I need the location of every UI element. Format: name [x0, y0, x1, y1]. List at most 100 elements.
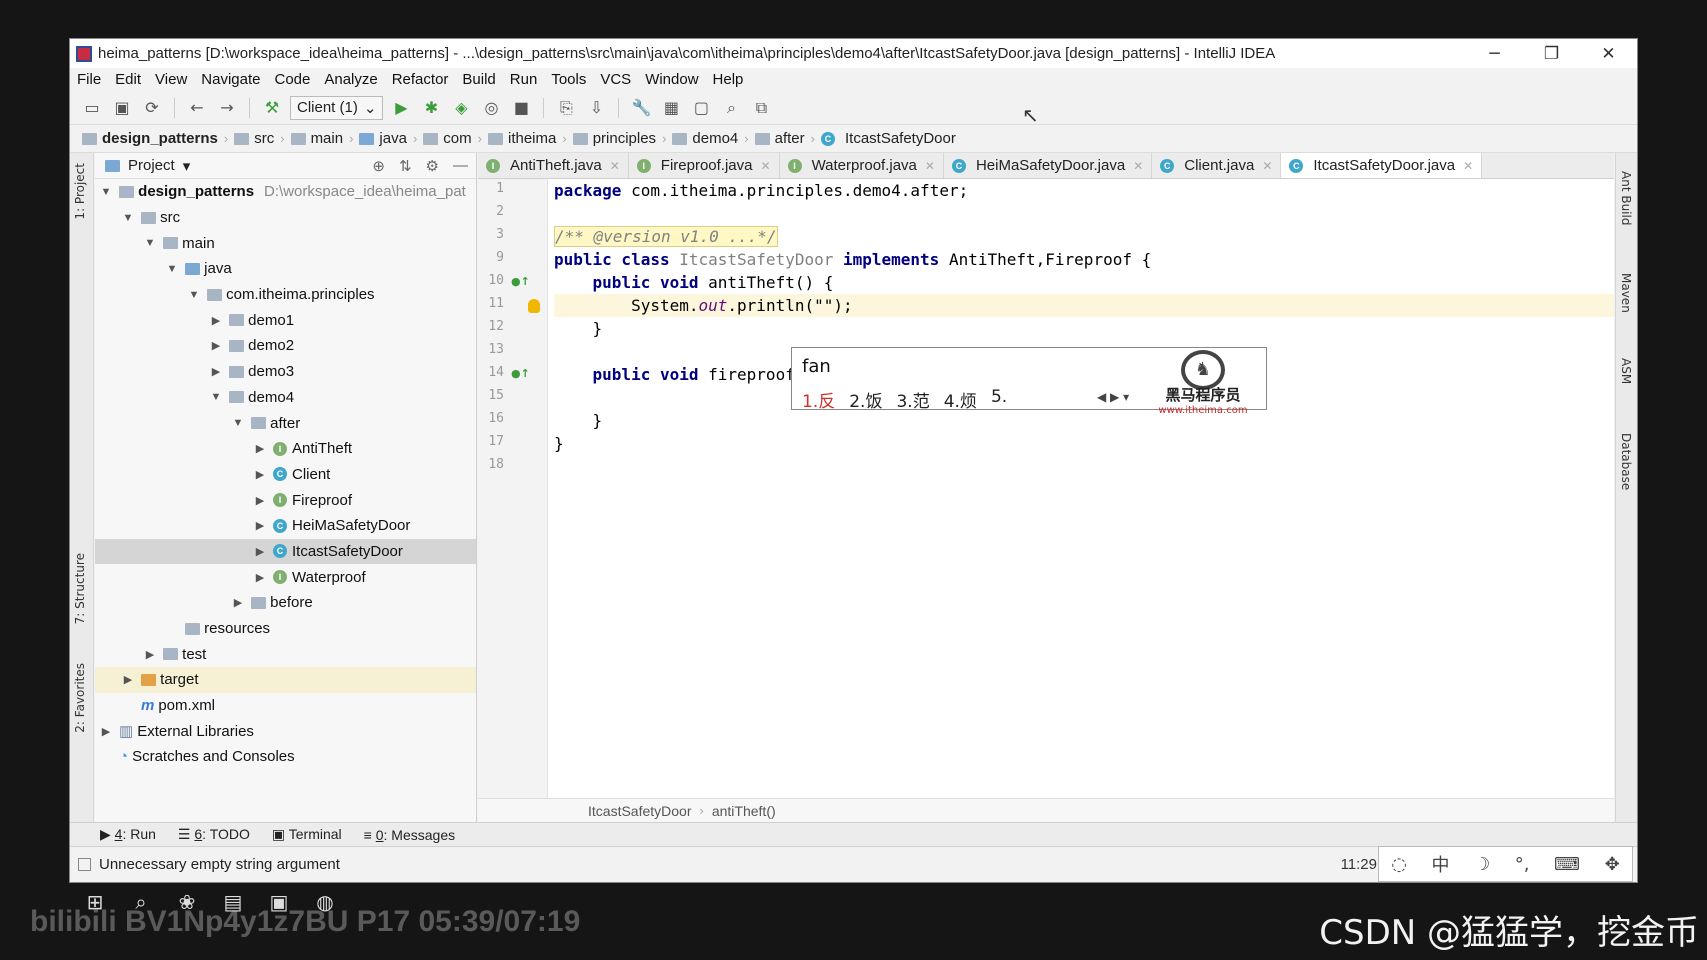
- caret-position[interactable]: 11:29: [1341, 856, 1377, 873]
- menu-file[interactable]: File: [70, 71, 108, 88]
- close-icon[interactable]: ✕: [1463, 159, 1473, 173]
- chevron-right-icon[interactable]: ▶: [253, 545, 267, 558]
- open-folder-icon[interactable]: ▭: [80, 96, 104, 120]
- close-icon[interactable]: ✕: [1262, 159, 1272, 173]
- favorites-tool-button[interactable]: 2: Favorites: [73, 663, 87, 733]
- terminal-window-icon[interactable]: ▢: [689, 96, 713, 120]
- chevron-right-icon[interactable]: ▶: [209, 365, 223, 378]
- close-button[interactable]: ✕: [1580, 39, 1637, 68]
- chevron-right-icon[interactable]: ▶: [253, 519, 267, 532]
- implements-method-icon[interactable]: ●↑: [511, 275, 530, 288]
- crumb-itheima[interactable]: itheima: [487, 130, 556, 147]
- chevron-down-icon[interactable]: ▼: [121, 212, 135, 224]
- chevron-right-icon[interactable]: ▶: [253, 494, 267, 507]
- chevron-right-icon[interactable]: ▶: [209, 339, 223, 352]
- tab-antitheft[interactable]: I AntiTheft.java ✕: [478, 153, 629, 178]
- menu-run[interactable]: Run: [503, 71, 545, 88]
- tree-item-fireproof[interactable]: ▶ I Fireproof: [95, 487, 476, 513]
- locate-icon[interactable]: ⊕: [372, 157, 385, 175]
- structure-tool-button[interactable]: 7: Structure: [73, 553, 87, 624]
- project-view-select[interactable]: Project: [128, 157, 175, 174]
- database-tool-button[interactable]: Database: [1619, 433, 1633, 490]
- close-icon[interactable]: ✕: [610, 159, 620, 173]
- menu-view[interactable]: View: [148, 71, 194, 88]
- ime-candidate[interactable]: 4.烦: [944, 387, 977, 412]
- minimize-button[interactable]: ─: [1466, 39, 1523, 68]
- restore-button[interactable]: ❐: [1523, 39, 1580, 68]
- tree-item-test[interactable]: ▶ test: [95, 641, 476, 667]
- translate-icon[interactable]: ⧉: [749, 96, 773, 120]
- sync-icon[interactable]: ⟳: [140, 96, 164, 120]
- crumb-design-patterns[interactable]: design_patterns: [82, 130, 218, 147]
- back-icon[interactable]: ←: [185, 96, 209, 120]
- tree-item-resources[interactable]: resources: [95, 616, 476, 642]
- maven-tool-button[interactable]: Maven: [1619, 273, 1633, 313]
- tab-waterproof[interactable]: I Waterproof.java ✕: [780, 153, 944, 178]
- project-structure-icon[interactable]: ▦: [659, 96, 683, 120]
- tree-item-client[interactable]: ▶ C Client: [95, 462, 476, 488]
- code-area[interactable]: package com.itheima.principles.demo4.aft…: [554, 179, 1614, 798]
- code-editor[interactable]: 1 2 3 9 10 11 12 13 14 15 16 17 18 ●↑ ●↑…: [478, 179, 1614, 798]
- run-tool-button[interactable]: ▶ 4: Run: [100, 826, 156, 843]
- ime-keyboard-icon[interactable]: ⌨: [1554, 854, 1580, 875]
- ime-settings-icon[interactable]: ✥: [1605, 854, 1620, 875]
- editor-crumb-class[interactable]: ItcastSafetyDoor: [588, 803, 692, 819]
- chevron-right-icon[interactable]: ▶: [209, 314, 223, 327]
- tree-item-waterproof[interactable]: ▶ I Waterproof: [95, 564, 476, 590]
- tree-item-before[interactable]: ▶ before: [95, 590, 476, 616]
- crumb-com[interactable]: com: [423, 130, 472, 147]
- todo-tool-button[interactable]: ☰ 6: TODO: [178, 826, 250, 843]
- tree-item-com-itheima-principles[interactable]: ▼ com.itheima.principles: [95, 282, 476, 308]
- crumb-main[interactable]: main: [290, 130, 343, 147]
- tree-item-external-libraries[interactable]: ▶ ▥ External Libraries: [95, 718, 476, 744]
- tab-heimasafetydoor[interactable]: C HeiMaSafetyDoor.java ✕: [944, 153, 1153, 178]
- chevron-right-icon[interactable]: ▶: [231, 596, 245, 609]
- crumb-demo4[interactable]: demo4: [672, 130, 738, 147]
- crumb-java[interactable]: java: [359, 130, 407, 147]
- messages-tool-button[interactable]: ≡ 0: Messages: [364, 827, 455, 843]
- chevron-down-icon[interactable]: ▼: [99, 186, 113, 198]
- close-icon[interactable]: ✕: [1133, 159, 1143, 173]
- tree-item-heimasafetydoor[interactable]: ▶ C HeiMaSafetyDoor: [95, 513, 476, 539]
- tree-item-src[interactable]: ▼ src: [95, 205, 476, 231]
- save-icon[interactable]: ▣: [110, 96, 134, 120]
- tree-item-after[interactable]: ▼ after: [95, 410, 476, 436]
- crumb-after[interactable]: after: [754, 130, 805, 147]
- tree-item-scratches[interactable]: ◔ Scratches and Consoles: [95, 744, 476, 770]
- ime-candidate[interactable]: 5.: [991, 387, 1007, 412]
- chevron-right-icon[interactable]: ▶: [99, 725, 113, 738]
- project-tool-button[interactable]: 1: Project: [73, 163, 87, 220]
- chevron-down-icon[interactable]: ▼: [143, 237, 157, 249]
- chevron-down-icon[interactable]: ▼: [165, 263, 179, 275]
- ime-logo-icon[interactable]: ◌: [1391, 854, 1407, 875]
- run-icon[interactable]: ▶: [389, 96, 413, 120]
- chevron-right-icon[interactable]: ▶: [121, 673, 135, 686]
- chevron-right-icon[interactable]: ▶: [253, 442, 267, 455]
- ime-candidate[interactable]: 3.范: [896, 387, 929, 412]
- menu-edit[interactable]: Edit: [108, 71, 148, 88]
- tree-item-target[interactable]: ▶ target: [95, 667, 476, 693]
- menu-window[interactable]: Window: [638, 71, 705, 88]
- editor-crumb-method[interactable]: antiTheft(): [712, 803, 776, 819]
- build-hammer-icon[interactable]: ⚒: [260, 96, 284, 120]
- tree-item-design-patterns[interactable]: ▼ design_patterns D:\workspace_idea\heima…: [95, 179, 476, 205]
- ime-candidate[interactable]: 2.饭: [849, 387, 882, 412]
- menu-build[interactable]: Build: [455, 71, 502, 88]
- tab-itcastsafetydoor[interactable]: C ItcastSafetyDoor.java ✕: [1281, 153, 1483, 178]
- menu-code[interactable]: Code: [267, 71, 317, 88]
- chevron-right-icon[interactable]: ▶: [253, 571, 267, 584]
- menu-help[interactable]: Help: [706, 71, 751, 88]
- close-icon[interactable]: ✕: [925, 159, 935, 173]
- profile-icon[interactable]: ◎: [479, 96, 503, 120]
- menu-analyze[interactable]: Analyze: [317, 71, 384, 88]
- crumb-principles[interactable]: principles: [572, 130, 656, 147]
- forward-icon[interactable]: →: [215, 96, 239, 120]
- menu-vcs[interactable]: VCS: [593, 71, 638, 88]
- menu-refactor[interactable]: Refactor: [385, 71, 456, 88]
- gear-icon[interactable]: ⚙: [426, 157, 439, 175]
- ime-punctuation-icon[interactable]: °,: [1515, 854, 1530, 875]
- tab-client[interactable]: C Client.java ✕: [1152, 153, 1282, 178]
- status-checkbox-icon[interactable]: [78, 858, 91, 871]
- chevron-right-icon[interactable]: ▶: [253, 468, 267, 481]
- ime-page-arrows-icon[interactable]: ◀ ▶ ▾: [1097, 390, 1129, 404]
